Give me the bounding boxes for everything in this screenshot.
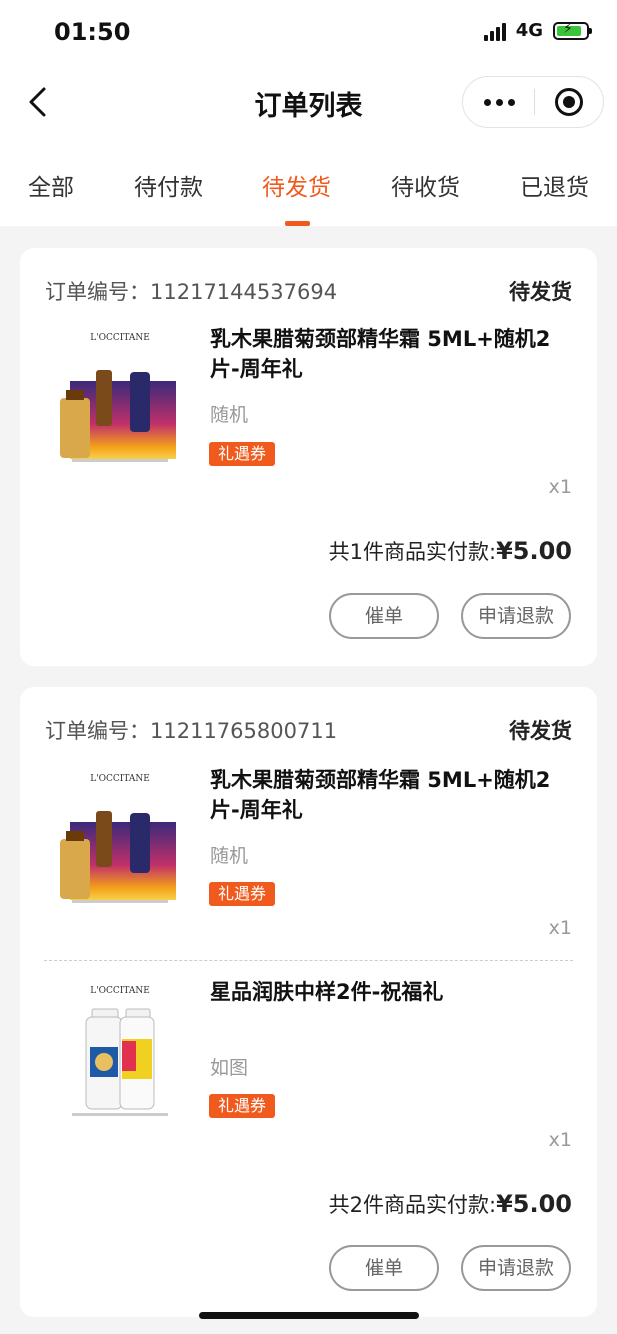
urge-order-button[interactable]: 催单 — [329, 1245, 439, 1291]
signal-icon — [483, 21, 506, 41]
capsule-divider — [534, 89, 535, 115]
order-number: 订单编号：11211765800711 — [45, 719, 338, 743]
tab-pending-shipment[interactable]: 待发货 — [262, 168, 331, 202]
status-indicators: 4G ⚡ — [483, 20, 592, 41]
order-card[interactable]: 订单编号：11211765800711 待发货 L'OCCITANE 乳木果腊菊… — [20, 687, 597, 1317]
coupon-tag: 礼遇券 — [209, 442, 275, 466]
product-spec: 随机 — [210, 404, 249, 426]
product-quantity: x1 — [548, 476, 572, 498]
order-total: 共2件商品实付款:¥5.00 — [328, 1190, 572, 1218]
svg-text:L'OCCITANE: L'OCCITANE — [90, 774, 150, 784]
coupon-tag: 礼遇券 — [209, 1094, 275, 1118]
request-refund-button[interactable]: 申请退款 — [461, 593, 571, 639]
product-image: L'OCCITANE — [60, 333, 176, 462]
order-status: 待发货 — [509, 719, 572, 743]
product-name: 星品润肤中样2件-祝福礼 — [210, 980, 444, 1004]
more-dots-icon[interactable] — [463, 77, 535, 127]
product-spec: 随机 — [210, 845, 249, 867]
product-spec: 如图 — [210, 1057, 249, 1079]
mini-program-capsule — [462, 76, 604, 128]
product-quantity: x1 — [548, 917, 572, 939]
nav-bar: 订单列表 — [0, 66, 617, 140]
target-close-icon[interactable] — [555, 88, 583, 116]
order-total: 共1件商品实付款:¥5.00 — [328, 537, 572, 565]
network-type: 4G — [515, 20, 543, 41]
product-name: 乳木果腊菊颈部精华霜 5ML+随机2片-周年礼 — [210, 327, 551, 381]
urge-order-button[interactable]: 催单 — [329, 593, 439, 639]
product-name: 乳木果腊菊颈部精华霜 5ML+随机2片-周年礼 — [210, 768, 551, 822]
order-number: 订单编号：11217144537694 — [45, 280, 338, 304]
status-bar: 01:50 4G ⚡ — [0, 0, 617, 66]
tab-returned[interactable]: 已退货 — [520, 168, 589, 202]
list-item[interactable]: L'OCCITANE 乳木果腊菊颈部精华霜 5ML+随机2片-周年礼 随机 礼遇… — [20, 324, 597, 504]
active-tab-indicator — [285, 221, 310, 226]
order-status: 待发货 — [509, 280, 572, 304]
tab-pending-receipt[interactable]: 待收货 — [391, 168, 460, 202]
tab-pending-payment[interactable]: 待付款 — [134, 168, 203, 202]
request-refund-button[interactable]: 申请退款 — [461, 1245, 571, 1291]
status-time: 01:50 — [54, 18, 131, 46]
list-item[interactable]: L'OCCITANE 星品润肤中样2件-祝福礼 如图 礼遇券 x1 — [20, 979, 597, 1159]
tab-all[interactable]: 全部 — [28, 168, 74, 202]
order-tabs: 全部 待付款 待发货 待收货 已退货 — [0, 140, 617, 226]
order-amount: ¥5.00 — [496, 537, 572, 565]
coupon-tag: 礼遇券 — [209, 882, 275, 906]
home-indicator — [199, 1312, 419, 1319]
svg-text:L'OCCITANE: L'OCCITANE — [90, 333, 150, 343]
product-image: L'OCCITANE — [72, 986, 168, 1116]
product-quantity: x1 — [548, 1129, 572, 1151]
list-item[interactable]: L'OCCITANE 乳木果腊菊颈部精华霜 5ML+随机2片-周年礼 随机 礼遇… — [20, 765, 597, 945]
order-card[interactable]: 订单编号：11217144537694 待发货 L'OCCITANE 乳木果腊菊… — [20, 248, 597, 666]
svg-text:L'OCCITANE: L'OCCITANE — [90, 986, 150, 996]
item-divider — [44, 960, 573, 961]
order-amount: ¥5.00 — [496, 1190, 572, 1218]
battery-icon: ⚡ — [553, 21, 592, 40]
product-image: L'OCCITANE — [60, 774, 176, 903]
